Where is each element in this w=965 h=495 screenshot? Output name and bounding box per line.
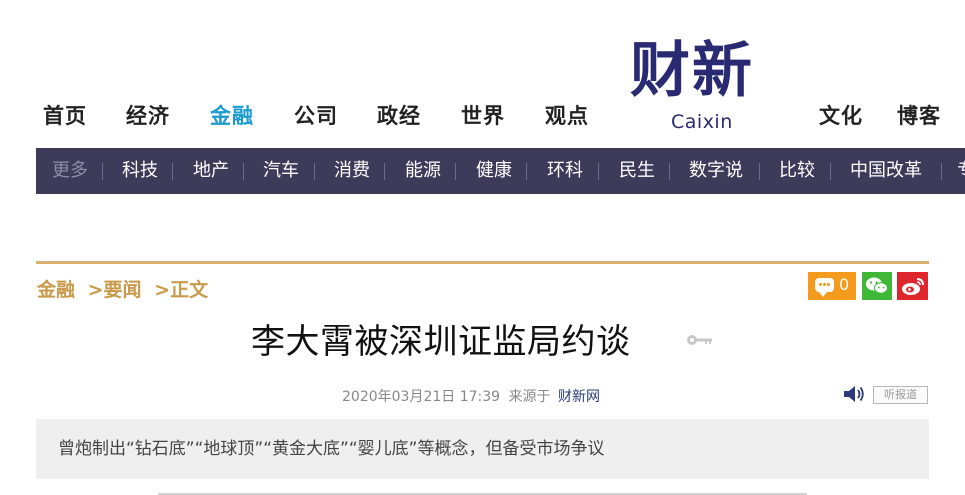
- divider: [384, 163, 385, 180]
- article-date: 2020年03月21日 17:39: [342, 389, 501, 405]
- sub-nav: 更多 科技 地产 汽车 消费 能源 健康 环科 民生 数字说 比较 中国改革 专: [36, 148, 965, 194]
- source-link[interactable]: 财新网: [558, 389, 600, 405]
- top-nav: 首页 经济 金融 公司 政经 世界 观点 文化 博客: [0, 0, 965, 147]
- sub-nav-health[interactable]: 健康: [476, 148, 512, 194]
- nav-item-opinion[interactable]: 观点: [545, 100, 589, 130]
- section-divider: [36, 261, 929, 264]
- nav-item-culture[interactable]: 文化: [819, 100, 863, 130]
- sub-nav-compare[interactable]: 比较: [779, 148, 815, 194]
- sub-nav-china-reform[interactable]: 中国改革: [850, 148, 922, 194]
- sub-nav-environment[interactable]: 环科: [547, 148, 583, 194]
- divider: [830, 163, 831, 180]
- divider: [598, 163, 599, 180]
- divider: [526, 163, 527, 180]
- divider: [759, 163, 760, 180]
- sub-nav-property[interactable]: 地产: [193, 148, 229, 194]
- logo-chinese: 财新: [630, 36, 754, 106]
- nav-item-companies[interactable]: 公司: [294, 100, 338, 130]
- divider: [941, 163, 942, 180]
- key-icon: [687, 335, 712, 345]
- nav-item-economy[interactable]: 经济: [126, 100, 170, 130]
- nav-item-finance[interactable]: 金融: [210, 100, 254, 130]
- listen-button[interactable]: 听报道: [873, 386, 928, 404]
- divider: [243, 163, 244, 180]
- sub-nav-auto[interactable]: 汽车: [263, 148, 299, 194]
- sub-nav-special[interactable]: 专: [957, 148, 965, 194]
- caixin-logo[interactable]: 财新 Caixin: [630, 36, 782, 136]
- breadcrumb-current[interactable]: >正文: [154, 279, 208, 301]
- breadcrumb-sub[interactable]: >要闻: [88, 279, 142, 301]
- nav-item-world[interactable]: 世界: [461, 100, 505, 130]
- logo-english: Caixin: [671, 111, 733, 133]
- sub-nav-energy[interactable]: 能源: [405, 148, 441, 194]
- wechat-share-button[interactable]: [862, 272, 892, 300]
- divider: [102, 163, 103, 180]
- sub-nav-data[interactable]: 数字说: [689, 148, 743, 194]
- nav-item-home[interactable]: 首页: [43, 100, 87, 130]
- divider: [669, 163, 670, 180]
- sub-nav-tech[interactable]: 科技: [122, 148, 158, 194]
- sub-nav-consumer[interactable]: 消费: [334, 148, 370, 194]
- weibo-share-button[interactable]: [897, 272, 928, 300]
- divider: [314, 163, 315, 180]
- nav-item-blog[interactable]: 博客: [897, 100, 941, 130]
- speaker-icon[interactable]: [842, 384, 866, 404]
- weibo-icon: [902, 278, 924, 295]
- comment-count: 0: [839, 275, 850, 294]
- divider: [455, 163, 456, 180]
- comment-icon: [815, 278, 834, 297]
- article-meta: 2020年03月21日 17:39 来源于 财新网: [342, 386, 600, 406]
- nav-item-politics[interactable]: 政经: [377, 100, 421, 130]
- comment-button[interactable]: 0: [808, 272, 856, 300]
- sub-nav-more[interactable]: 更多: [52, 148, 88, 194]
- divider: [172, 163, 173, 180]
- breadcrumb-section[interactable]: 金融: [37, 279, 75, 301]
- breadcrumb: 金融 >要闻 >正文: [37, 275, 208, 302]
- article-summary: 曾炮制出“钻石底”“地球顶”“黄金大底”“婴儿底”等概念，但备受市场争议: [36, 419, 929, 479]
- article-title: 李大霄被深圳证监局约谈: [251, 322, 631, 362]
- source-prefix: 来源于: [508, 389, 551, 405]
- wechat-icon: [866, 277, 888, 294]
- sub-nav-livelihood[interactable]: 民生: [619, 148, 655, 194]
